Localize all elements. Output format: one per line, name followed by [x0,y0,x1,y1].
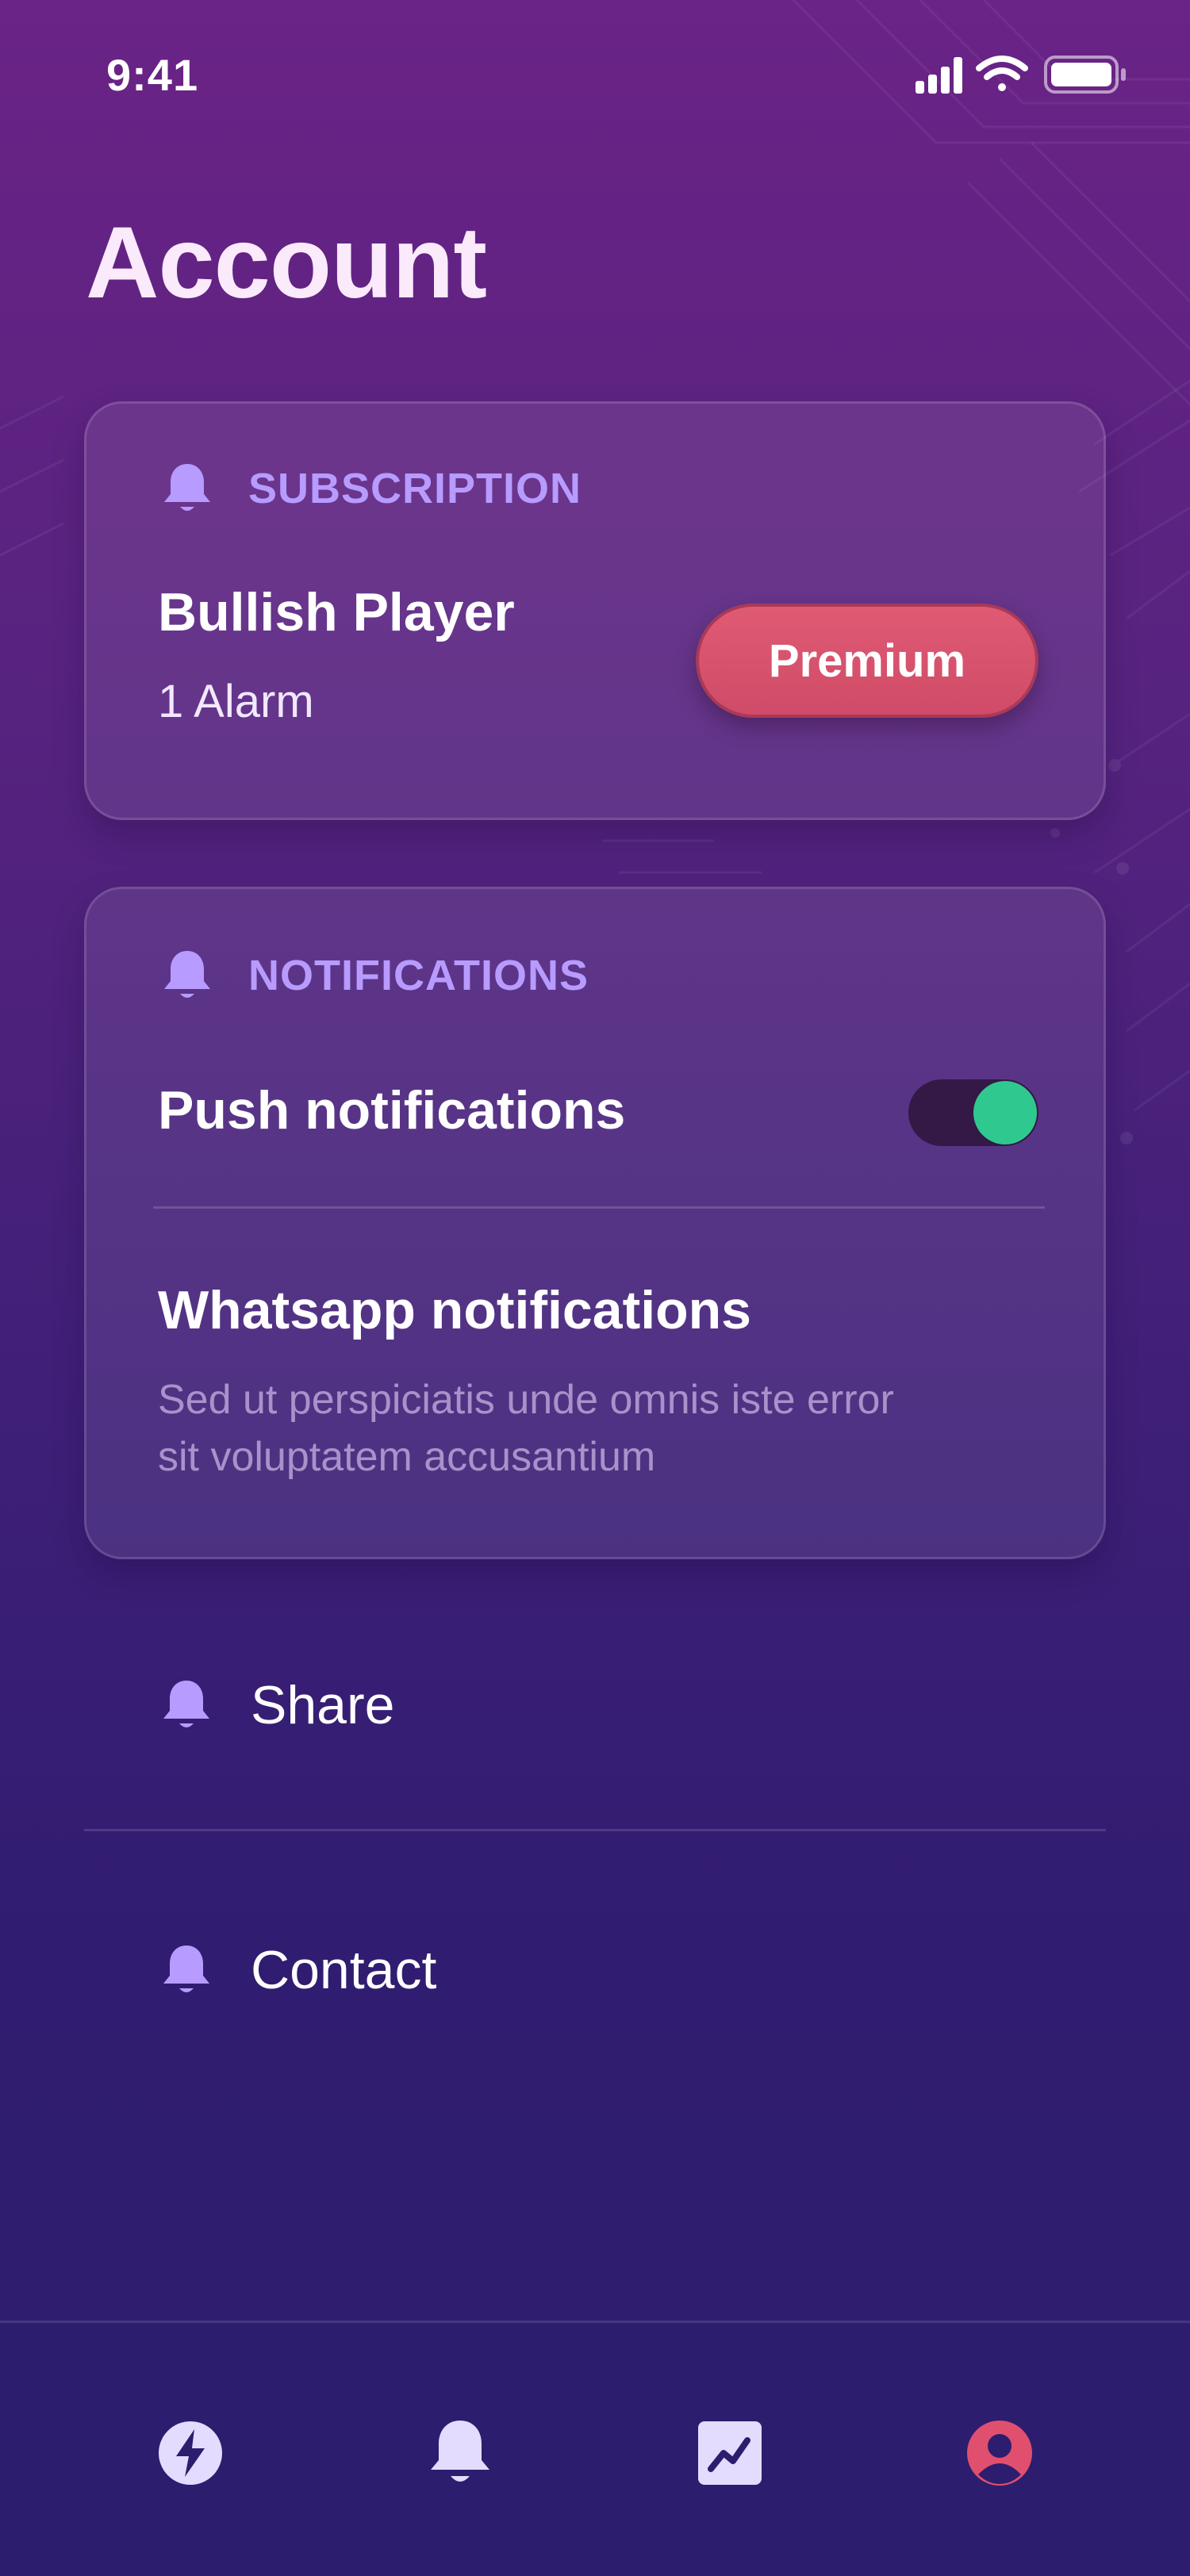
tab-alerts[interactable] [413,2405,508,2501]
bell-icon [163,1681,209,1727]
plan-detail: 1 Alarm [158,676,314,727]
divider [84,1829,1106,1831]
menu-item-contact[interactable]: Contact [84,1922,1106,2018]
notifications-card: NOTIFICATIONS Push notifications Whatsap… [84,887,1106,1559]
signal-icon [916,57,962,94]
tab-bar [0,2321,1190,2576]
push-notifications-toggle[interactable] [908,1079,1038,1146]
profile-icon [967,2421,1032,2486]
menu-item-label: Contact [251,1940,437,2000]
bell-icon [164,464,210,511]
menu-item-label: Share [251,1675,395,1735]
menu-item-share[interactable]: Share [84,1658,1106,1753]
whatsapp-notifications-description: Sed ut perspiciatis unde omnis iste erro… [158,1377,894,1480]
subscription-header: SUBSCRIPTION [161,461,582,516]
lightning-icon [159,2421,222,2485]
tab-lightning[interactable] [143,2405,238,2501]
tab-chart[interactable] [682,2405,777,2501]
push-notifications-label: Push notifications [158,1080,626,1140]
status-bar: 9:41 [0,0,1190,151]
subscription-card: SUBSCRIPTION Bullish Player 1 Alarm Prem… [84,401,1106,820]
bell-icon [163,1945,209,1992]
wifi-icon [976,56,1028,91]
plan-name: Bullish Player [158,582,515,642]
toggle-knob [973,1081,1037,1144]
bell-icon [164,951,210,998]
chart-icon [698,2421,762,2485]
page-title: Account [86,206,487,320]
whatsapp-notifications-label[interactable]: Whatsapp notifications [158,1279,751,1341]
bell-icon [431,2421,489,2482]
tab-profile[interactable] [952,2405,1047,2501]
status-time: 9:41 [106,50,199,100]
section-label-notifications: NOTIFICATIONS [248,952,589,999]
notifications-header: NOTIFICATIONS [161,948,589,1003]
battery-icon [1044,56,1126,94]
premium-button[interactable]: Premium [696,604,1038,718]
divider [153,1206,1045,1209]
status-icons [916,56,1126,94]
section-label-subscription: SUBSCRIPTION [248,465,582,512]
account-screen: 9:41 Account SUBSCRIPTION Bullish Player… [0,0,1190,2576]
